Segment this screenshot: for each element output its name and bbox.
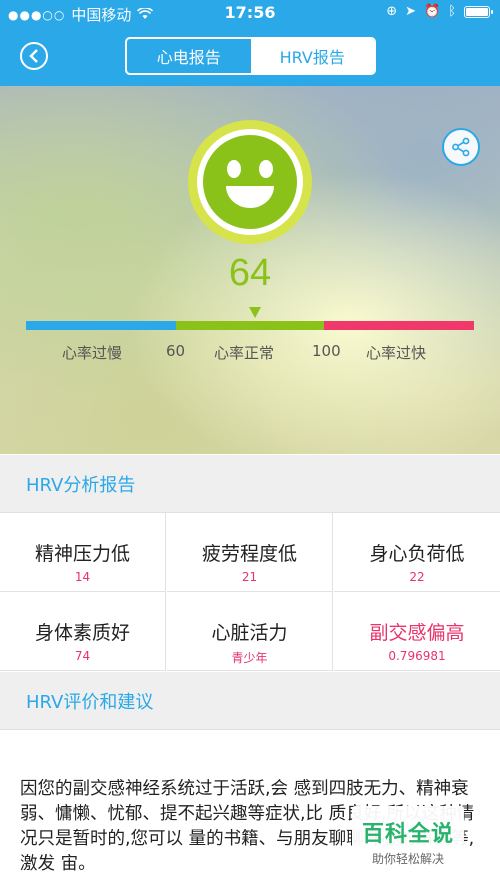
range-threshold-low: 60 [166, 342, 186, 360]
range-label-fast: 心率过快 [366, 344, 427, 362]
hrv-score: 64 [228, 252, 272, 294]
analysis-item-value: 21 [241, 570, 258, 584]
analysis-item[interactable]: 疲劳程度低 21 [167, 513, 333, 592]
analysis-item-label: 副交感偏高 [369, 622, 465, 644]
bluetooth-icon: ᛒ [448, 4, 456, 19]
analysis-item-value: 74 [74, 649, 91, 663]
analysis-item-value: 青少年 [231, 651, 268, 665]
top-bar: ●●●○○ 中国移动 17:56 ⊕ ➤ ⏰ ᛒ 心电报告 HRV报告 [0, 0, 500, 86]
analysis-item-value: 0.796981 [388, 649, 446, 663]
analysis-item[interactable]: 副交感偏高 0.796981 [334, 592, 500, 671]
tab-ecg-report[interactable]: 心电报告 [127, 39, 251, 73]
analysis-item-label: 身体素质好 [34, 622, 130, 644]
smiley-face-icon [188, 120, 312, 244]
location-icon: ➤ [405, 4, 416, 19]
watermark-logo: 百科全说 助你轻松解决 [352, 806, 464, 876]
advice-section-header: HRV评价和建议 [0, 672, 500, 730]
range-label-normal: 心率正常 [214, 344, 275, 362]
orientation-lock-icon: ⊕ [386, 4, 398, 19]
tab-hrv-report[interactable]: HRV报告 [250, 39, 374, 73]
analysis-grid: 精神压力低 14 疲劳程度低 21 身心负荷低 22 身体素质好 74 心脏活力… [0, 513, 500, 671]
watermark-title: 百科全说 [361, 822, 454, 847]
alarm-icon: ⏰ [424, 4, 441, 19]
advice-title: HRV评价和建议 [26, 692, 154, 713]
range-label-slow: 心率过慢 [62, 344, 123, 362]
analysis-item-label: 身心负荷低 [369, 543, 465, 565]
analysis-item-label: 精神压力低 [34, 543, 130, 565]
analysis-item[interactable]: 身心负荷低 22 [334, 513, 500, 592]
watermark-subtitle: 助你轻松解决 [371, 852, 444, 866]
analysis-section-header: HRV分析报告 [0, 455, 500, 513]
analysis-item[interactable]: 精神压力低 14 [0, 513, 166, 592]
status-bar: ●●●○○ 中国移动 17:56 ⊕ ➤ ⏰ ᛒ [0, 0, 500, 28]
analysis-item-value: 14 [74, 570, 91, 584]
score-pointer-icon [249, 307, 261, 318]
score-hero: 64 心率过慢 60 心率正常 100 心率过快 [0, 86, 500, 454]
back-button[interactable] [20, 42, 48, 70]
report-tabs: 心电报告 HRV报告 [125, 37, 376, 75]
analysis-item[interactable]: 心脏活力 青少年 [167, 592, 333, 671]
analysis-title: HRV分析报告 [26, 475, 136, 496]
analysis-item-label: 心脏活力 [211, 622, 288, 644]
range-bar-slow [26, 321, 176, 330]
share-icon [452, 137, 470, 157]
range-threshold-high: 100 [312, 342, 341, 360]
chevron-left-icon [29, 49, 38, 63]
share-button[interactable] [442, 128, 480, 166]
battery-icon [464, 5, 493, 18]
analysis-item-value: 22 [409, 570, 425, 584]
analysis-item[interactable]: 身体素质好 74 [0, 592, 166, 671]
range-bar-normal [176, 321, 324, 330]
range-bar-fast [324, 321, 474, 330]
analysis-item-label: 疲劳程度低 [201, 543, 297, 565]
